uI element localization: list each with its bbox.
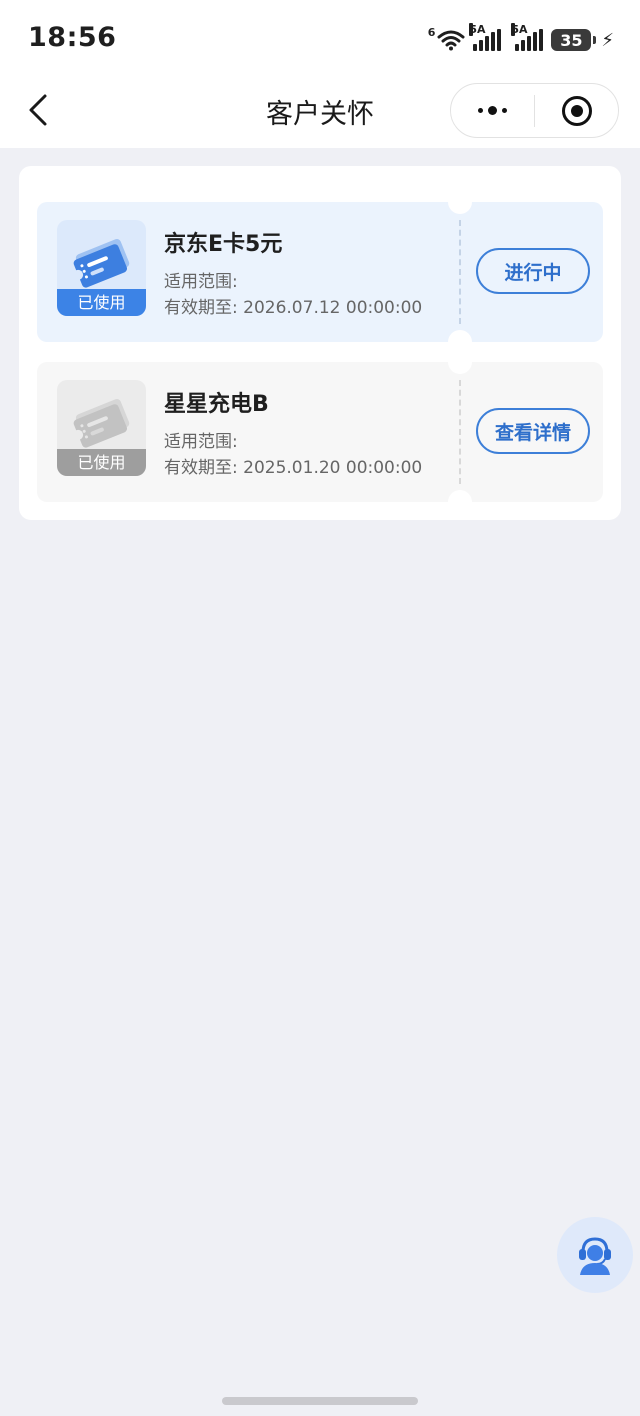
coupon-card: 已使用 京东E卡5元 适用范围: 有效期至: 2026.07.12 00:00:… bbox=[37, 202, 603, 342]
used-badge: 已使用 bbox=[57, 289, 146, 316]
customer-service-icon bbox=[579, 1237, 611, 1275]
coupon-expiry: 有效期至: 2025.01.20 00:00:00 bbox=[164, 453, 422, 478]
coupon-thumbnail: 已使用 bbox=[57, 380, 146, 476]
coupon-expiry: 有效期至: 2026.07.12 00:00:00 bbox=[164, 293, 422, 318]
ticket-icon bbox=[73, 399, 130, 448]
coupon-notch bbox=[448, 362, 472, 374]
coupon-notch bbox=[448, 490, 472, 502]
in-progress-button[interactable]: 进行中 bbox=[476, 248, 590, 294]
view-details-button[interactable]: 查看详情 bbox=[476, 408, 590, 454]
expiry-value: 2026.07.12 00:00:00 bbox=[243, 298, 423, 318]
coupon-notch bbox=[448, 330, 472, 342]
coupon-notch bbox=[448, 202, 472, 214]
coupon-divider bbox=[459, 220, 461, 324]
coupon-divider bbox=[459, 380, 461, 484]
nav-bar: 客户关怀 bbox=[0, 76, 640, 148]
signal-icon: 5A bbox=[511, 23, 544, 51]
home-indicator[interactable] bbox=[222, 1397, 418, 1405]
signal-icon: 5A bbox=[469, 23, 502, 51]
wifi-icon bbox=[437, 30, 465, 51]
status-bar: 18:56 6 5A 5A 35 ⚡ bbox=[0, 0, 640, 76]
status-time: 18:56 bbox=[28, 22, 117, 53]
used-badge: 已使用 bbox=[57, 449, 146, 476]
close-button[interactable] bbox=[535, 84, 618, 137]
coupon-list-panel: 已使用 京东E卡5元 适用范围: 有效期至: 2026.07.12 00:00:… bbox=[19, 166, 621, 520]
ticket-icon bbox=[73, 239, 130, 288]
coupon-scope: 适用范围: bbox=[164, 272, 238, 292]
expiry-label: 有效期至: bbox=[164, 298, 238, 318]
battery-icon: 35 bbox=[551, 29, 597, 51]
target-circle-icon bbox=[561, 95, 592, 126]
mini-program-capsule bbox=[450, 83, 619, 138]
charging-icon: ⚡ bbox=[601, 29, 614, 51]
status-icons: 6 5A 5A 35 ⚡ bbox=[427, 23, 614, 54]
coupon-title: 京东E卡5元 bbox=[164, 232, 283, 257]
more-dots-icon bbox=[478, 106, 507, 115]
coupon-thumbnail: 已使用 bbox=[57, 220, 146, 316]
expiry-value: 2025.01.20 00:00:00 bbox=[243, 458, 423, 478]
wifi-label: 6 bbox=[427, 25, 436, 39]
battery-level: 35 bbox=[560, 30, 583, 50]
coupon-scope: 适用范围: bbox=[164, 432, 238, 452]
more-button[interactable] bbox=[451, 84, 534, 137]
expiry-label: 有效期至: bbox=[164, 458, 238, 478]
customer-service-button[interactable] bbox=[557, 1217, 633, 1293]
coupon-card: 已使用 星星充电B 适用范围: 有效期至: 2025.01.20 00:00:0… bbox=[37, 362, 603, 502]
coupon-title: 星星充电B bbox=[164, 392, 269, 417]
